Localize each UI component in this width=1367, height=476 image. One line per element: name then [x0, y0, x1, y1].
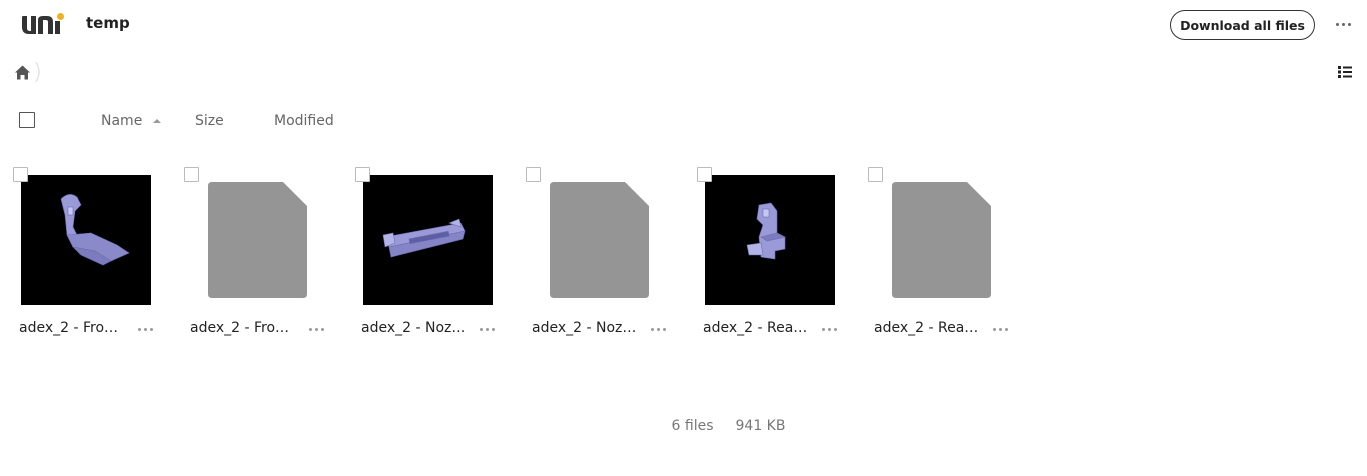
file-tile[interactable]: adex_2 - Noz… [513, 160, 684, 350]
file-tile[interactable]: adex_2 - Fro… [171, 160, 342, 350]
generic-file-icon[interactable] [208, 182, 307, 298]
file-name[interactable]: adex_2 - Rea… [703, 320, 809, 336]
total-size: 941 KB [735, 418, 786, 434]
file-name[interactable]: adex_2 - Rea… [874, 320, 980, 336]
file-thumbnail[interactable] [705, 175, 835, 305]
file-more-icon[interactable] [134, 322, 156, 336]
column-size-header[interactable]: Size [195, 113, 224, 129]
column-name-header[interactable]: Name [101, 113, 142, 129]
rear-body-part-model-icon [746, 202, 786, 260]
file-name[interactable]: adex_2 - Noz… [532, 320, 638, 336]
file-name[interactable]: adex_2 - Fro… [190, 320, 296, 336]
file-count: 6 files [671, 418, 714, 434]
file-tile[interactable]: adex_2 - Rea… [855, 160, 1026, 350]
download-all-button[interactable]: Download all files [1170, 10, 1315, 40]
file-checkbox[interactable] [13, 167, 28, 182]
file-thumbnail[interactable] [21, 175, 151, 305]
file-more-icon[interactable] [989, 322, 1011, 336]
file-tile[interactable]: adex_2 - Fro… [0, 160, 171, 350]
list-view-icon[interactable] [1337, 64, 1353, 80]
folder-title: temp [86, 14, 130, 32]
home-icon[interactable] [14, 64, 31, 81]
breadcrumb [14, 62, 43, 82]
file-checkbox[interactable] [355, 167, 370, 182]
file-thumbnail[interactable] [363, 175, 493, 305]
file-tile[interactable]: adex_2 - Noz… [342, 160, 513, 350]
file-checkbox[interactable] [184, 167, 199, 182]
folder-summary: 6 files 941 KB [0, 418, 1367, 438]
file-grid: adex_2 - Fro… adex_2 - Fro… adex_2 - Noz… [0, 160, 1367, 360]
file-more-icon[interactable] [476, 322, 498, 336]
file-checkbox[interactable] [868, 167, 883, 182]
list-header: Name Size Modified [0, 108, 1367, 136]
front-body-part-model-icon [60, 194, 130, 266]
select-all-checkbox[interactable] [19, 112, 35, 128]
top-bar: temp Download all files [0, 0, 1367, 50]
file-tile[interactable]: adex_2 - Rea… [684, 160, 855, 350]
column-modified-header[interactable]: Modified [274, 113, 334, 129]
uni-logo-icon[interactable] [20, 12, 66, 36]
file-more-icon[interactable] [647, 322, 669, 336]
breadcrumb-separator-icon [35, 62, 40, 82]
sort-ascending-icon [153, 119, 161, 123]
file-checkbox[interactable] [697, 167, 712, 182]
file-more-icon[interactable] [305, 322, 327, 336]
more-options-icon[interactable] [1333, 16, 1353, 32]
file-name[interactable]: adex_2 - Fro… [19, 320, 125, 336]
generic-file-icon[interactable] [550, 182, 649, 298]
generic-file-icon[interactable] [892, 182, 991, 298]
nozzle-mount-model-icon [382, 218, 466, 258]
file-more-icon[interactable] [818, 322, 840, 336]
file-checkbox[interactable] [526, 167, 541, 182]
file-name[interactable]: adex_2 - Noz… [361, 320, 467, 336]
